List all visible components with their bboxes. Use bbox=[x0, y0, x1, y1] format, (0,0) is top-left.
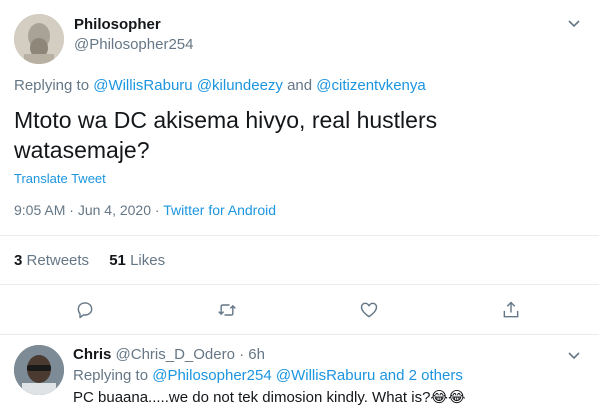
retweet-button[interactable] bbox=[215, 298, 239, 322]
reply-author-avatar[interactable] bbox=[14, 345, 64, 395]
likes-count: 51 bbox=[109, 252, 126, 269]
reply-icon bbox=[77, 302, 93, 319]
mention-link[interactable]: @citizentvkenya bbox=[316, 77, 425, 94]
reply-button[interactable] bbox=[73, 298, 97, 322]
chevron-down-icon bbox=[568, 20, 580, 28]
like-icon bbox=[360, 302, 378, 318]
reply-author-handle[interactable]: @Chris_D_Odero bbox=[116, 346, 235, 363]
like-button[interactable] bbox=[357, 298, 381, 322]
mention-link[interactable]: @WillisRaburu bbox=[276, 367, 375, 384]
mention-link[interactable]: @kilundeezy bbox=[197, 77, 283, 94]
reply-author-name[interactable]: Chris bbox=[73, 346, 111, 363]
reply-text: PC buaana.....we do not tek dimosion kin… bbox=[73, 389, 431, 406]
tweet-timestamp-row: 9:05 AM · Jun 4, 2020 · Twitter for Andr… bbox=[14, 202, 277, 218]
reply-replying-to: Replying to @Philosopher254 @WillisRabur… bbox=[73, 367, 463, 384]
divider bbox=[0, 284, 599, 285]
mention-link[interactable]: @WillisRaburu bbox=[93, 77, 192, 94]
tweet-stats: 3 Retweets 51 Likes bbox=[14, 252, 165, 269]
retweet-icon bbox=[218, 304, 236, 316]
replying-to: Replying to @WillisRaburu @kilundeezy an… bbox=[14, 77, 426, 94]
reply-header: Chris @Chris_D_Odero · 6h bbox=[73, 346, 265, 363]
divider bbox=[0, 334, 599, 335]
reply-menu-button[interactable] bbox=[567, 348, 581, 367]
replying-to-and: and bbox=[287, 77, 313, 94]
divider bbox=[0, 235, 599, 236]
reply-text-row: PC buaana.....we do not tek dimosion kin… bbox=[73, 388, 465, 406]
retweets-count: 3 bbox=[14, 252, 23, 269]
tweet-source-link[interactable]: Twitter for Android bbox=[163, 202, 276, 218]
tweet-date[interactable]: Jun 4, 2020 bbox=[78, 202, 151, 218]
tweet-text: Mtoto wa DC akisema hivyo, real hustlers… bbox=[14, 107, 438, 163]
share-button[interactable] bbox=[499, 298, 523, 322]
others-link[interactable]: and 2 others bbox=[379, 367, 462, 384]
share-icon bbox=[503, 301, 519, 318]
tweet-time[interactable]: 9:05 AM bbox=[14, 202, 65, 218]
author-handle[interactable]: @Philosopher254 bbox=[74, 36, 193, 53]
translate-tweet-link[interactable]: Translate Tweet bbox=[14, 171, 106, 186]
likes-label: Likes bbox=[130, 252, 166, 269]
person-photo-image bbox=[14, 345, 64, 395]
author-avatar[interactable] bbox=[14, 14, 64, 64]
replying-to-prefix: Replying to bbox=[73, 367, 149, 384]
chevron-down-icon bbox=[568, 352, 580, 360]
likes-stat[interactable]: 51 Likes bbox=[109, 252, 165, 269]
reply-emoji: 😂😂 bbox=[430, 389, 466, 406]
author-name[interactable]: Philosopher bbox=[74, 16, 161, 33]
mention-link[interactable]: @Philosopher254 bbox=[152, 367, 271, 384]
reply-age[interactable]: 6h bbox=[248, 346, 265, 363]
retweets-label: Retweets bbox=[26, 252, 90, 269]
replying-to-prefix: Replying to bbox=[14, 77, 90, 94]
philosopher-bust-image bbox=[14, 14, 64, 64]
tweet-menu-button[interactable] bbox=[567, 16, 581, 35]
retweets-stat[interactable]: 3 Retweets bbox=[14, 252, 93, 269]
